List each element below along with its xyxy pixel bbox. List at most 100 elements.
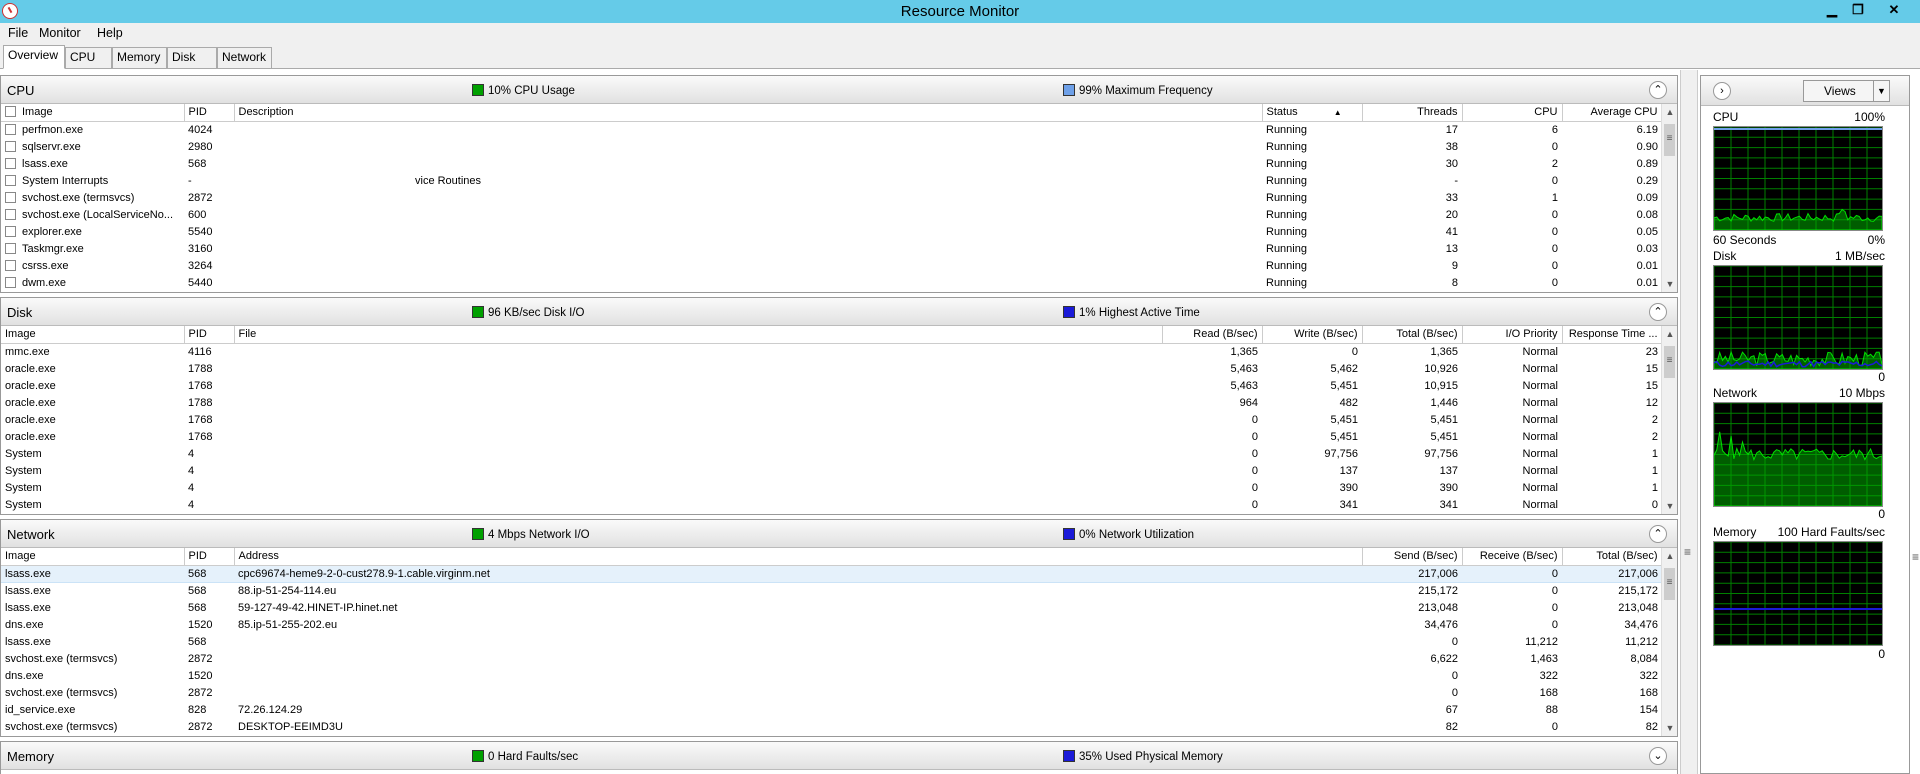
cpu-table-scrollbar[interactable]: ▲ ≡ ▼ [1661, 104, 1677, 292]
column-header-image[interactable]: Image [1, 548, 185, 566]
table-row[interactable]: mmc.exe 4116 1,365 0 1,365 Normal 23 [1, 343, 1662, 360]
row-checkbox[interactable] [5, 157, 16, 169]
scroll-down-arrow-icon[interactable]: ▼ [1662, 720, 1677, 736]
views-dropdown[interactable]: Views ▼ [1803, 80, 1890, 102]
table-row[interactable]: System 4 0 97,756 97,756 Normal 1 [1, 445, 1662, 462]
expand-memory-button[interactable]: ⌄ [1649, 747, 1667, 765]
tab-overview[interactable]: Overview [3, 45, 65, 69]
tab-memory[interactable]: Memory [112, 47, 167, 68]
column-header-total[interactable]: Total (B/sec) [1562, 548, 1663, 566]
scroll-up-arrow-icon[interactable]: ▲ [1662, 548, 1677, 564]
table-row[interactable]: lsass.exe 568 88.ip-51-254-114.eu 215,172 0 2… [1, 582, 1662, 599]
row-checkbox[interactable] [5, 242, 16, 254]
table-row[interactable]: System 4 0 390 390 Normal 1 [1, 479, 1662, 496]
graph-panel-scrollbar[interactable]: ≡ [1911, 75, 1920, 774]
collapse-disk-button[interactable]: ⌃ [1649, 303, 1667, 321]
table-row[interactable]: svchost.exe (termsvcs) 2872 DESKTOP-EEIMD3… [1, 718, 1662, 735]
table-row[interactable]: oracle.exe 1768 0 5,451 5,451 Normal 2 [1, 411, 1662, 428]
column-header-average-cpu[interactable]: Average CPU [1562, 104, 1663, 122]
table-row[interactable]: sqlservr.exe 2980 Running 38 0 0.90 [1, 138, 1662, 155]
table-row[interactable]: svchost.exe (termsvcs) 2872 6,622 1,463 8,08… [1, 650, 1662, 667]
minimize-button[interactable]: ▁ [1820, 1, 1844, 20]
close-button[interactable]: ✕ [1872, 1, 1916, 20]
column-header-io-priority[interactable]: I/O Priority [1462, 326, 1563, 344]
column-header-file[interactable]: File [234, 326, 1163, 344]
row-checkbox[interactable] [5, 140, 16, 152]
row-checkbox[interactable] [5, 174, 16, 186]
scroll-up-arrow-icon[interactable]: ▲ [1662, 104, 1677, 120]
table-row[interactable]: dwm.exe 5440 Running 8 0 0.01 [1, 274, 1662, 291]
disk-table-scrollbar[interactable]: ▲ ≡ ▼ [1661, 326, 1677, 514]
row-checkbox[interactable] [5, 225, 16, 237]
table-row[interactable]: oracle.exe 1768 0 5,451 5,451 Normal 2 [1, 428, 1662, 445]
column-header-status[interactable]: Status ▲ [1262, 104, 1363, 122]
cpu-section-header[interactable]: CPU 10% CPU Usage 99% Maximum Frequency … [1, 76, 1677, 104]
table-row[interactable]: csrss.exe 3264 Running 9 0 0.01 [1, 257, 1662, 274]
row-checkbox[interactable] [5, 208, 16, 220]
dropdown-arrow-icon[interactable]: ▼ [1873, 81, 1889, 101]
column-header-image[interactable]: Image [1, 104, 185, 122]
tab-cpu[interactable]: CPU [65, 47, 112, 68]
restore-button[interactable]: ❐ [1846, 1, 1870, 20]
scroll-thumb[interactable]: ≡ [1664, 568, 1675, 600]
table-row[interactable]: System 4 0 137 137 Normal 1 [1, 462, 1662, 479]
table-row[interactable]: lsass.exe 568 59-127-49-42.HINET-IP.hinet.… [1, 599, 1662, 616]
menu-monitor[interactable]: Monitor [39, 26, 81, 40]
column-header-read[interactable]: Read (B/sec) [1162, 326, 1263, 344]
column-header-pid[interactable]: PID [184, 548, 235, 566]
panel-grip-icon[interactable]: ≡ [1912, 550, 1919, 564]
table-row[interactable]: dns.exe 1520 0 322 322 [1, 667, 1662, 684]
scroll-up-arrow-icon[interactable]: ▲ [1662, 326, 1677, 342]
table-row[interactable]: oracle.exe 1768 5,463 5,451 10,915 Normal 15 [1, 377, 1662, 394]
column-header-description[interactable]: Description [234, 104, 1263, 122]
column-header-image[interactable]: Image [1, 326, 185, 344]
row-checkbox[interactable] [5, 191, 16, 203]
table-row[interactable]: lsass.exe 568 0 11,212 11,212 [1, 633, 1662, 650]
scroll-thumb[interactable]: ≡ [1664, 346, 1675, 378]
network-table-scrollbar[interactable]: ▲ ≡ ▼ [1661, 548, 1677, 736]
table-row[interactable]: lsass.exe 568 Running 30 2 0.89 [1, 155, 1662, 172]
select-all-checkbox[interactable] [5, 106, 16, 118]
scroll-thumb[interactable]: ≡ [1664, 124, 1675, 156]
column-header-pid[interactable]: PID [184, 326, 235, 344]
table-row[interactable]: svchost.exe (termsvcs) 2872 Running 33 1 0.09 [1, 189, 1662, 206]
collapse-graph-panel-button[interactable]: › [1713, 82, 1731, 100]
column-header-write[interactable]: Write (B/sec) [1262, 326, 1363, 344]
memory-section-header[interactable]: Memory 0 Hard Faults/sec 35% Used Physic… [1, 742, 1677, 770]
table-row[interactable]: svchost.exe (LocalServiceNo... 600 Running… [1, 206, 1662, 223]
table-row[interactable]: Taskmgr.exe 3160 Running 13 0 0.03 [1, 240, 1662, 257]
collapse-network-button[interactable]: ⌃ [1649, 525, 1667, 543]
tab-network[interactable]: Network [217, 47, 272, 68]
table-row[interactable]: System 4 0 341 341 Normal 0 [1, 496, 1662, 513]
table-row[interactable]: perfmon.exe 4024 Running 17 6 6.19 [1, 121, 1662, 138]
collapse-cpu-button[interactable]: ⌃ [1649, 81, 1667, 99]
column-header-cpu[interactable]: CPU [1462, 104, 1563, 122]
scroll-down-arrow-icon[interactable]: ▼ [1662, 276, 1677, 292]
network-section-header[interactable]: Network 4 Mbps Network I/O 0% Network Ut… [1, 520, 1677, 548]
row-checkbox[interactable] [5, 123, 16, 135]
column-header-pid[interactable]: PID [184, 104, 235, 122]
splitter-grip-icon[interactable]: ≡ [1684, 545, 1691, 559]
table-row[interactable]: System Interrupts - vice Routines Running -0… [1, 172, 1662, 189]
scroll-down-arrow-icon[interactable]: ▼ [1662, 498, 1677, 514]
column-header-send[interactable]: Send (B/sec) [1362, 548, 1463, 566]
column-header-threads[interactable]: Threads [1362, 104, 1463, 122]
pane-splitter[interactable]: ≡ [1680, 70, 1698, 774]
column-header-address[interactable]: Address [234, 548, 1363, 566]
table-row[interactable]: oracle.exe 1788 964 482 1,446 Normal 12 [1, 394, 1662, 411]
row-checkbox[interactable] [5, 276, 16, 288]
table-row[interactable]: svchost.exe (termsvcs) 2872 0 168 168 [1, 684, 1662, 701]
table-row[interactable]: dns.exe 1520 85.ip-51-255-202.eu 34,476 0 34,… [1, 616, 1662, 633]
column-header-response-time[interactable]: Response Time ... [1562, 326, 1663, 344]
table-row[interactable]: oracle.exe 1788 5,463 5,462 10,926 Normal 15 [1, 360, 1662, 377]
tab-disk[interactable]: Disk [167, 47, 217, 68]
table-row[interactable]: lsass.exe 568 cpc69674-heme9-2-0-cust278.9… [1, 564, 1662, 583]
column-header-receive[interactable]: Receive (B/sec) [1462, 548, 1563, 566]
menu-file[interactable]: File [8, 26, 28, 40]
disk-section-header[interactable]: Disk 96 KB/sec Disk I/O 1% Highest Activ… [1, 298, 1677, 326]
table-row[interactable]: id_service.exe 828 72.26.124.29 67 88 154 [1, 701, 1662, 718]
row-checkbox[interactable] [5, 259, 16, 271]
menu-help[interactable]: Help [97, 26, 123, 40]
table-row[interactable]: explorer.exe 5540 Running 41 0 0.05 [1, 223, 1662, 240]
column-header-total[interactable]: Total (B/sec) [1362, 326, 1463, 344]
